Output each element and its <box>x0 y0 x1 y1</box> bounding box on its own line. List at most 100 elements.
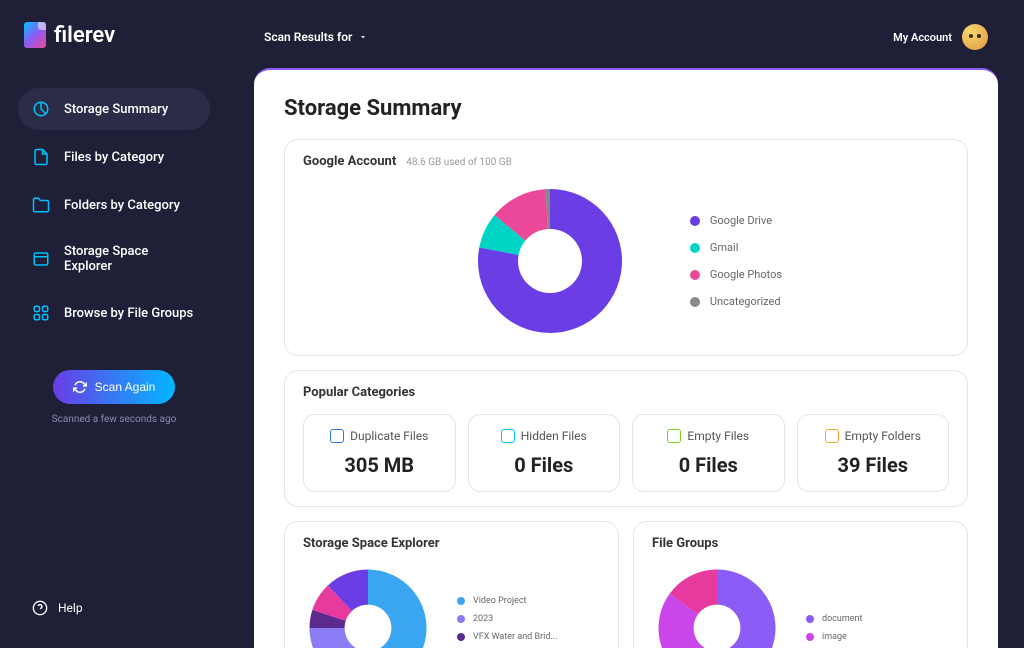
scan-results-text: Scan Results for <box>264 30 352 44</box>
category-card[interactable]: Empty Folders 39 Files <box>797 414 950 492</box>
legend-item: Video Project <box>457 596 558 606</box>
storage-explorer-pie-chart <box>303 563 433 648</box>
category-label: Empty Folders <box>845 429 921 443</box>
category-value: 305 MB <box>316 453 443 477</box>
legend-label: 2023 <box>473 614 493 624</box>
legend-dot <box>457 615 465 623</box>
nav-label: Browse by File Groups <box>64 306 193 321</box>
category-header: Empty Folders <box>810 429 937 443</box>
folder-icon <box>32 196 50 214</box>
refresh-icon <box>73 380 87 394</box>
legend-label: Google Photos <box>710 268 782 281</box>
category-header: Duplicate Files <box>316 429 443 443</box>
page-title: Storage Summary <box>284 96 968 121</box>
legend-label: Gmail <box>710 241 738 254</box>
account-label: My Account <box>893 31 952 44</box>
category-value: 0 Files <box>481 453 608 477</box>
scan-status: Scanned a few seconds ago <box>18 414 210 425</box>
legend-dot <box>690 270 700 280</box>
avatar <box>962 24 988 50</box>
sidebar: filerev Storage Summary Files by Categor… <box>0 0 228 648</box>
explorer-icon <box>32 250 50 268</box>
card-header: Google Account 48.6 GB used of 100 GB <box>303 154 949 169</box>
legend-dot <box>690 297 700 307</box>
category-value: 0 Files <box>645 453 772 477</box>
card-title: File Groups <box>652 536 949 551</box>
nav-item-storage-summary[interactable]: Storage Summary <box>18 88 210 130</box>
pie-section: document image <box>652 563 949 648</box>
chevron-down-icon <box>358 32 368 42</box>
card-subtitle: 48.6 GB used of 100 GB <box>406 157 512 168</box>
category-label: Hidden Files <box>521 429 587 443</box>
scan-again-button[interactable]: Scan Again <box>53 370 176 404</box>
grid-icon <box>32 304 50 322</box>
main: Scan Results for My Account Storage Summ… <box>228 0 1024 648</box>
logo[interactable]: filerev <box>18 22 210 48</box>
content: Storage Summary Google Account 48.6 GB u… <box>254 68 998 648</box>
legend-dot <box>457 597 465 605</box>
nav-label: Storage Space Explorer <box>64 244 196 274</box>
legend-label: Google Drive <box>710 214 772 227</box>
card-title: Google Account <box>303 154 396 169</box>
legend-item: Gmail <box>690 241 782 254</box>
legend-item: VFX Water and Brid... <box>457 632 558 642</box>
legend-item: Google Photos <box>690 268 782 281</box>
legend-label: Video Project <box>473 596 527 606</box>
nav-label: Storage Summary <box>64 102 168 117</box>
card-title: Storage Space Explorer <box>303 536 600 551</box>
category-card[interactable]: Hidden Files 0 Files <box>468 414 621 492</box>
google-account-donut-chart <box>470 181 630 341</box>
categories-grid: Duplicate Files 305 MB Hidden Files 0 Files… <box>303 414 949 492</box>
legend-dot <box>806 633 814 641</box>
help-link[interactable]: Help <box>18 590 210 626</box>
category-header: Empty Files <box>645 429 772 443</box>
scan-results-dropdown[interactable]: Scan Results for <box>264 30 368 44</box>
legend-dot <box>806 615 814 623</box>
category-icon <box>501 429 515 443</box>
legend: Google Drive Gmail Google Photos Uncategori… <box>690 214 782 308</box>
donut-section: Google Drive Gmail Google Photos Uncategori… <box>303 181 949 341</box>
category-icon <box>825 429 839 443</box>
category-card[interactable]: Empty Files 0 Files <box>632 414 785 492</box>
topbar: Scan Results for My Account <box>254 6 998 68</box>
category-card[interactable]: Duplicate Files 305 MB <box>303 414 456 492</box>
nav-label: Files by Category <box>64 150 164 165</box>
nav-item-browse-by-file-groups[interactable]: Browse by File Groups <box>18 292 210 334</box>
file-groups-pie-chart <box>652 563 782 648</box>
google-account-card: Google Account 48.6 GB used of 100 GB Go… <box>284 139 968 356</box>
category-icon <box>330 429 344 443</box>
legend-label: document <box>822 614 862 624</box>
legend-item: image <box>806 632 862 642</box>
card-title: Popular Categories <box>303 385 949 400</box>
category-label: Duplicate Files <box>350 429 428 443</box>
popular-categories-card: Popular Categories Duplicate Files 305 MB… <box>284 370 968 507</box>
scan-section: Scan Again Scanned a few seconds ago <box>18 370 210 425</box>
category-label: Empty Files <box>687 429 749 443</box>
legend-item: Uncategorized <box>690 295 782 308</box>
pie-chart-icon <box>32 100 50 118</box>
nav-item-storage-space-explorer[interactable]: Storage Space Explorer <box>18 232 210 286</box>
storage-space-explorer-card: Storage Space Explorer Video Project 2023… <box>284 521 619 648</box>
category-value: 39 Files <box>810 453 937 477</box>
bottom-row: Storage Space Explorer Video Project 2023… <box>284 521 968 648</box>
legend: document image <box>806 614 862 642</box>
legend-label: Uncategorized <box>710 295 781 308</box>
file-groups-card: File Groups document image <box>633 521 968 648</box>
category-icon <box>667 429 681 443</box>
help-icon <box>32 600 48 616</box>
file-icon <box>32 148 50 166</box>
account-menu[interactable]: My Account <box>893 24 988 50</box>
legend-dot <box>690 216 700 226</box>
legend-item: 2023 <box>457 614 558 624</box>
nav-item-files-by-category[interactable]: Files by Category <box>18 136 210 178</box>
nav-label: Folders by Category <box>64 198 180 213</box>
nav-item-folders-by-category[interactable]: Folders by Category <box>18 184 210 226</box>
legend: Video Project2023VFX Water and Brid...Vy… <box>457 596 558 648</box>
legend-label: VFX Water and Brid... <box>473 632 558 642</box>
legend-dot <box>457 633 465 641</box>
logo-icon <box>24 22 46 48</box>
help-label: Help <box>58 601 83 615</box>
legend-item: document <box>806 614 862 624</box>
category-header: Hidden Files <box>481 429 608 443</box>
pie-section: Video Project2023VFX Water and Brid...Vy… <box>303 563 600 648</box>
